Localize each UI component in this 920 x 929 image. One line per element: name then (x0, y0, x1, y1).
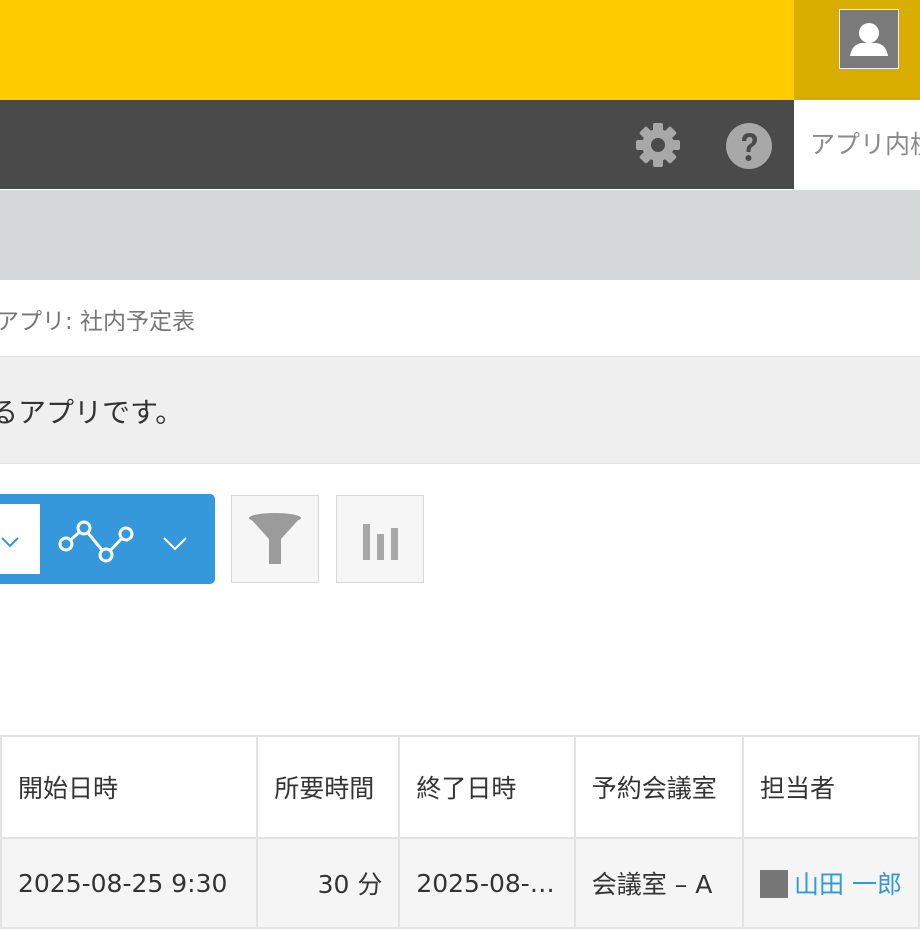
graph-button[interactable] (336, 495, 424, 583)
end-datetime-cell: 2025-08-… (398, 837, 576, 929)
column-header[interactable]: 開始日時 (0, 735, 259, 839)
records-table: 開始日時 所要時間 終了日時 予約会議室 担当者 2025-08-25 9:30… (0, 735, 920, 929)
column-header[interactable]: 所要時間 (256, 735, 401, 839)
filter-button[interactable] (231, 495, 319, 583)
table-header-row: 開始日時 所要時間 終了日時 予約会議室 担当者 (0, 735, 920, 839)
user-silhouette-icon (850, 23, 888, 56)
column-header[interactable]: 担当者 (742, 735, 920, 839)
duration-cell: 30 分 (256, 837, 401, 929)
app-description-text: るアプリです。 (0, 396, 184, 429)
user-avatar[interactable] (839, 9, 899, 69)
view-select[interactable] (0, 504, 40, 574)
app-search-input[interactable] (794, 100, 920, 189)
help-button[interactable] (725, 122, 773, 170)
settings-button[interactable] (634, 121, 682, 169)
column-header[interactable]: 予約会議室 (573, 735, 745, 839)
owner-cell: 山田 一郎 (742, 837, 920, 929)
room-cell: 会議室 – A (573, 837, 745, 929)
app-search-box[interactable] (794, 100, 920, 189)
view-dropdown-toggle[interactable] (160, 528, 190, 558)
funnel-icon (249, 513, 301, 564)
line-chart-icon (58, 520, 134, 563)
column-header[interactable]: 終了日時 (398, 735, 576, 839)
sub-header-strip (0, 190, 920, 280)
chart-view-button[interactable] (56, 514, 138, 566)
breadcrumb: アプリ: 社内予定表 (0, 280, 920, 357)
breadcrumb-text: アプリ: 社内予定表 (0, 309, 196, 335)
chevron-down-icon (1, 537, 19, 548)
header-bar (0, 0, 920, 100)
user-silhouette-icon (760, 870, 789, 898)
chevron-down-icon (163, 537, 187, 551)
owner-link[interactable]: 山田 一郎 (794, 870, 902, 899)
table-row[interactable]: 2025-08-25 9:30 30 分 2025-08-… 会議室 – A 山… (0, 837, 920, 929)
start-datetime-cell: 2025-08-25 9:30 (0, 837, 259, 929)
bar-chart-icon (363, 524, 398, 560)
app-description: るアプリです。 (0, 357, 920, 464)
question-circle-icon (726, 123, 772, 169)
gear-icon (636, 123, 680, 167)
